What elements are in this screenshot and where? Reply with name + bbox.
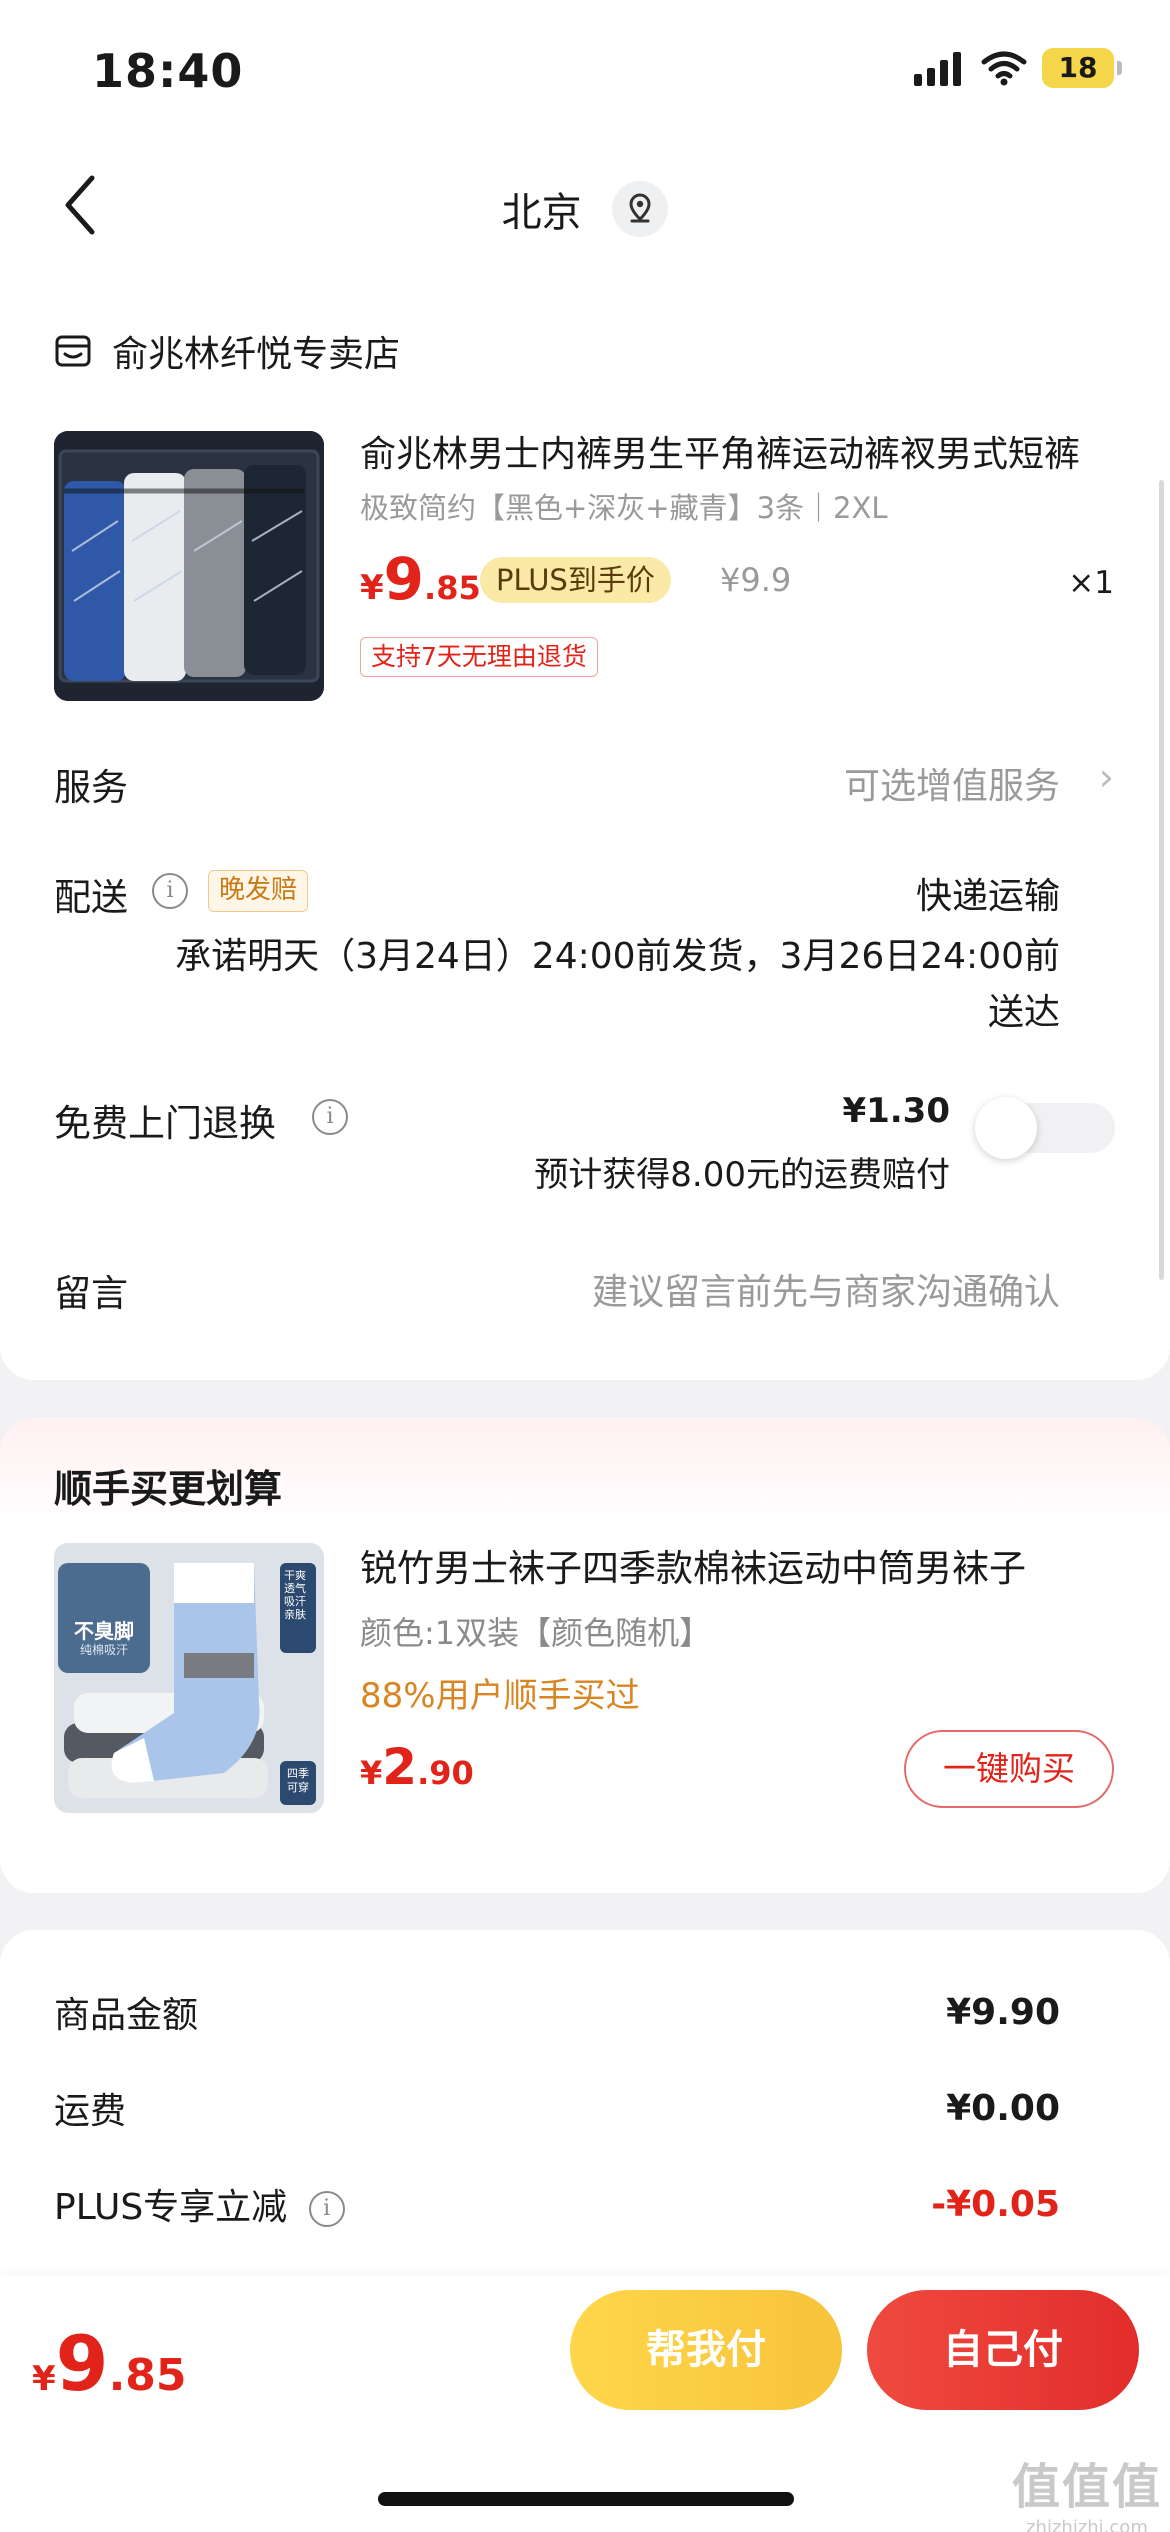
message-label: 留言: [54, 1272, 128, 1315]
plus-info-icon[interactable]: i: [308, 2191, 345, 2227]
delivery-method[interactable]: 快递运输: [916, 867, 1060, 919]
product-title[interactable]: 俞兆林男士内裤男生平角裤运动裤衩男式短裤: [360, 425, 1120, 477]
return-policy-badge: 支持7天无理由退货: [360, 637, 598, 677]
pay-myself-button[interactable]: 自己付: [867, 2290, 1139, 2410]
addon-product-price: ¥2.90: [360, 1738, 474, 1796]
late-compensation-badge: 晚发赔: [208, 870, 309, 912]
nav-bar: 北京: [0, 140, 1170, 275]
product-price: ¥9.85: [360, 545, 481, 613]
message-input[interactable]: 建议留言前先与商家沟通确认: [592, 1263, 1060, 1315]
free-return-toggle[interactable]: [975, 1097, 1115, 1159]
summary-label: 运费: [54, 2091, 127, 2132]
status-time: 18:40: [92, 44, 244, 98]
summary-label-with-info: PLUS专享立减 i: [54, 2178, 345, 2230]
summary-value: ¥0.00: [946, 2087, 1060, 2129]
free-return-note: 预计获得8.00元的运费赔付: [534, 1155, 950, 1195]
addon-product-title[interactable]: 锐竹男士袜子四季款棉袜运动中筒男袜子: [360, 1538, 1100, 1592]
addon-card: 顺手买更划算 不臭脚 纯棉吸汗 四季可穿 干爽透气 吸汗亲肤 锐竹男士袜子四季款…: [0, 1418, 1170, 1893]
location-pin-icon: [612, 181, 669, 237]
underwear-box-illustration: [54, 431, 324, 701]
free-return-price: ¥1.30: [842, 1091, 950, 1131]
summary-label: 商品金额: [54, 1995, 199, 2036]
delivery-info-icon[interactable]: i: [152, 873, 188, 909]
product-image[interactable]: [54, 431, 324, 701]
wifi-icon: [981, 51, 1027, 86]
checkout-bar: ¥9.85 帮我付 自己付 值值值 zhizhizhi.com: [0, 2275, 1170, 2532]
plus-price-badge: PLUS到手价: [480, 557, 671, 603]
product-spec[interactable]: 极致简约【黑色+深灰+藏青】3条｜2XL: [360, 485, 888, 527]
product-quantity: ×1: [1068, 565, 1114, 601]
addon-product-image[interactable]: 不臭脚 纯棉吸汗 四季可穿 干爽透气 吸汗亲肤: [54, 1543, 324, 1813]
scrollbar[interactable]: [1159, 480, 1164, 1280]
total-price: ¥9.85: [32, 2319, 187, 2408]
service-label: 服务: [54, 766, 128, 809]
summary-value: ¥9.90: [946, 1991, 1060, 2033]
free-return-info-icon[interactable]: i: [312, 1099, 348, 1135]
price-summary-card: 商品金额 ¥9.90 运费 ¥0.00 PLUS专享立减 i -¥0.05: [0, 1930, 1170, 2290]
addon-image-side-text: 干爽透气 吸汗亲肤: [284, 1569, 306, 1621]
service-value[interactable]: 可选增值服务: [844, 757, 1060, 809]
store-icon: [55, 335, 91, 367]
delivery-label: 配送: [54, 876, 128, 919]
original-price: ¥9.9: [720, 561, 792, 599]
battery-indicator: 18: [1042, 48, 1122, 88]
summary-row-shipping: 运费 ¥0.00: [54, 2082, 1060, 2134]
addon-bought-rate: 88%用户顺手买过: [360, 1676, 640, 1716]
location-selector[interactable]: 北京: [0, 180, 1170, 238]
addon-section-title: 顺手买更划算: [54, 1467, 283, 1511]
city-label: 北京: [501, 190, 582, 236]
home-indicator[interactable]: [378, 2492, 794, 2506]
summary-row-goods: 商品金额 ¥9.90: [54, 1986, 1060, 2038]
order-card: 俞兆林纤悦专卖店 俞兆林男士内裤男生平角裤运动裤衩男式短裤 极致简约【黑色+深灰…: [0, 275, 1170, 1380]
chevron-right-icon[interactable]: ›: [1099, 755, 1114, 799]
one-click-buy-button[interactable]: 一键购买: [904, 1730, 1114, 1808]
cellular-signal-icon: [914, 52, 961, 86]
status-bar: 18:40 18: [0, 0, 1170, 140]
help-me-pay-button[interactable]: 帮我付: [570, 2290, 842, 2410]
summary-value: -¥0.05: [931, 2183, 1060, 2225]
addon-image-subtext: 纯棉吸汗: [79, 1643, 128, 1657]
delivery-promise-line2: 送达: [987, 992, 1060, 1033]
summary-row-plus-discount: PLUS专享立减 i -¥0.05: [54, 2178, 1060, 2230]
free-return-label: 免费上门退换: [54, 1102, 276, 1145]
addon-product-spec: 颜色:1双装【颜色随机】: [360, 1614, 712, 1652]
addon-image-text: 不臭脚: [74, 1619, 134, 1643]
delivery-promise-line1: 承诺明天（3月24日）24:00前发货，3月26日24:00前: [175, 936, 1060, 977]
store-name: 俞兆林纤悦专卖店: [112, 334, 401, 375]
toggle-knob: [975, 1097, 1037, 1159]
store-header[interactable]: 俞兆林纤悦专卖店: [54, 325, 400, 377]
status-icons: 18: [914, 48, 1122, 88]
addon-image-season-text: 四季可穿: [287, 1767, 309, 1794]
watermark: 值值值 zhizhizhi.com: [1011, 2459, 1162, 2532]
